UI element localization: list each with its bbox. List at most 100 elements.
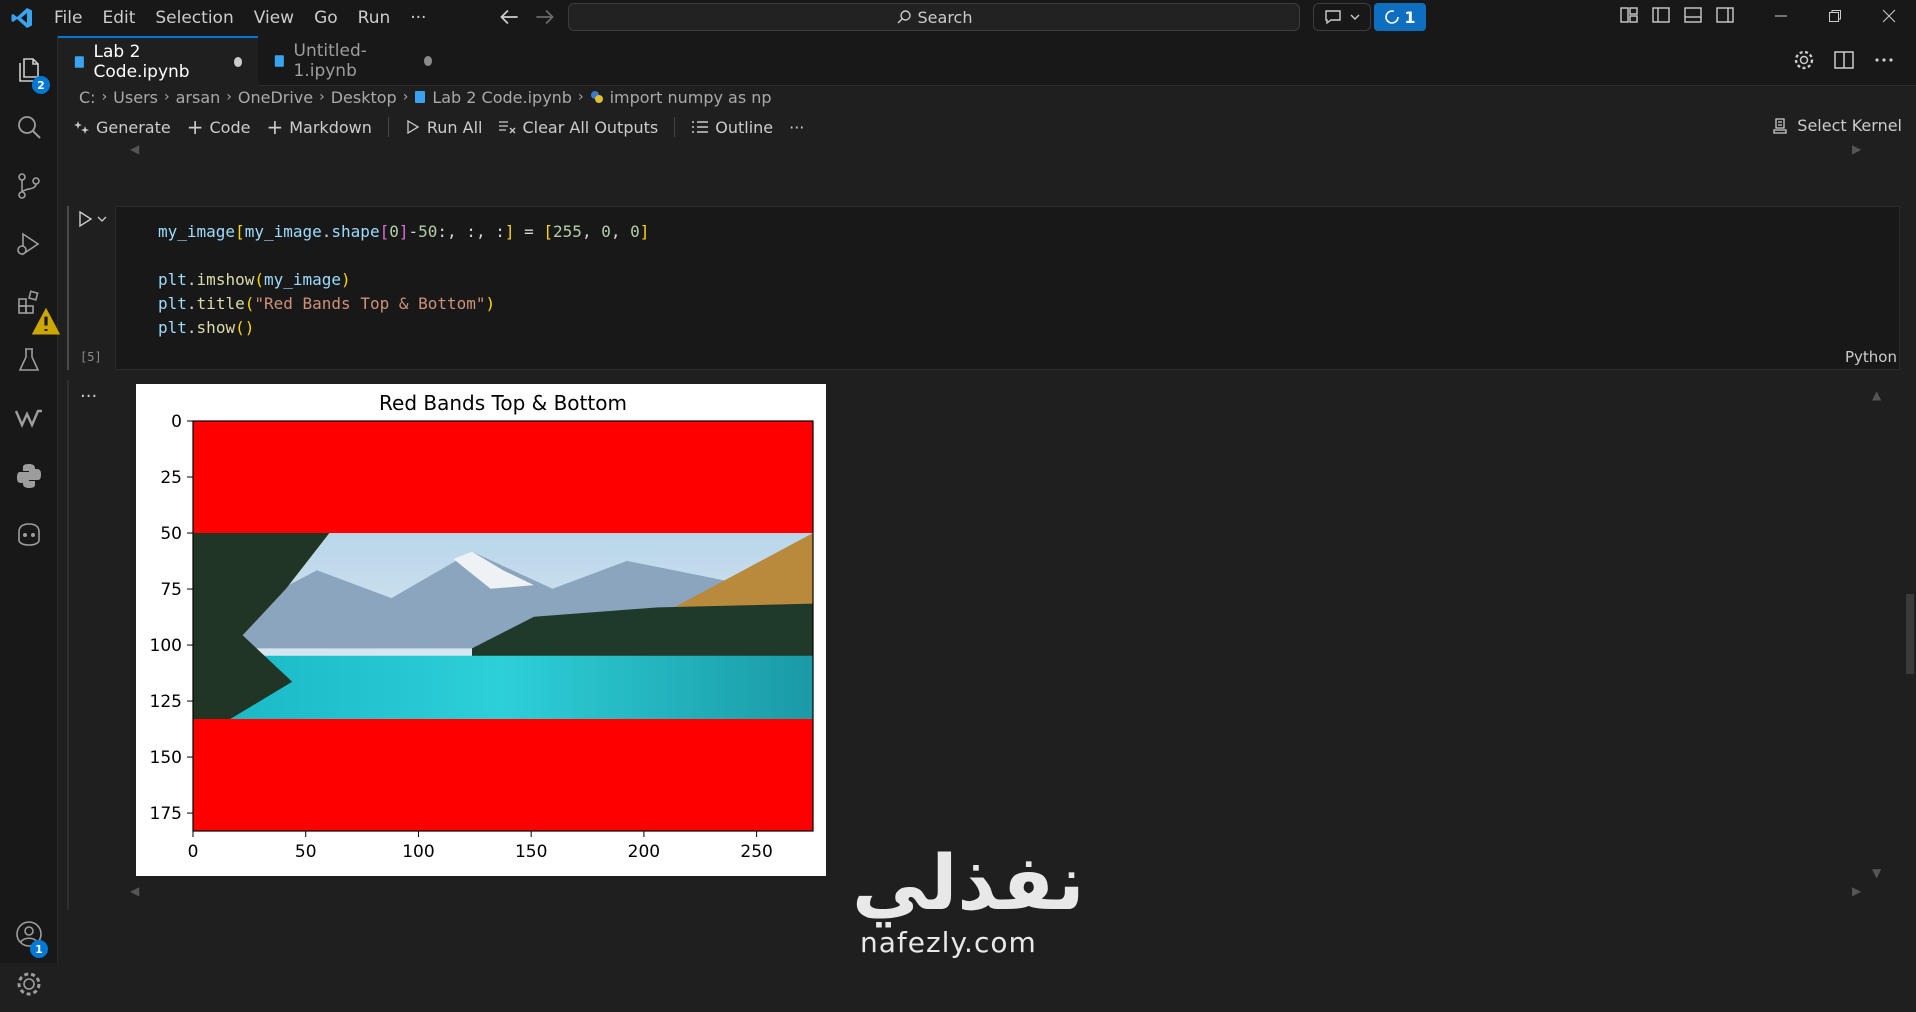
scroll-right-icon[interactable]: ▶ [1852,142,1861,156]
watermark-logo: نفذلي [852,838,1085,927]
outline-button[interactable]: Outline [691,118,773,137]
breadcrumb-user[interactable]: arsan [176,88,221,107]
scroll-left-icon[interactable]: ◀ [130,884,139,898]
restore-button[interactable] [1808,0,1862,32]
tab-untitled-1[interactable]: Untitled-1.ipynb [258,36,448,86]
code-editor[interactable]: my_image[my_image.shape[0]-50:, :, :] = … [158,220,649,340]
activity-explorer[interactable]: 2 [0,42,58,98]
watermark-url: nafezly.com [860,926,1037,959]
breadcrumb-file[interactable]: Lab 2 Code.ipynb [432,88,572,107]
settings-gear-icon[interactable] [1792,48,1816,72]
clear-all-icon [499,121,516,134]
vscode-logo-icon[interactable] [10,6,34,30]
y-tick-label: 0 [171,412,182,432]
kernel-label: Select Kernel [1797,116,1902,135]
activity-extensions[interactable] [0,274,61,335]
activity-source-control[interactable] [0,158,58,214]
menu-run[interactable]: Run [348,0,401,36]
chevron-down-icon[interactable] [96,213,108,225]
run-all-label: Run All [426,117,483,137]
menu-bar: File Edit Selection View Go Run ··· [44,0,436,36]
run-all-icon [407,119,420,135]
notebook-file-icon [74,56,84,68]
activity-testing[interactable] [0,332,58,388]
breadcrumb-onedrive[interactable]: OneDrive [238,88,313,107]
scroll-up-icon[interactable]: ▲ [1872,388,1881,402]
more-actions-icon[interactable] [1872,48,1896,72]
activity-accounts[interactable]: 1 [0,906,58,962]
scroll-down-icon[interactable]: ▼ [1872,866,1881,880]
vertical-scrollbar[interactable] [1906,594,1914,674]
toggle-secondary-sidebar-icon[interactable] [1714,4,1736,26]
run-cell-button[interactable] [76,210,108,228]
add-markdown-cell-button[interactable]: + Markdown [266,115,371,139]
chevron-right-icon: › [226,89,232,105]
play-icon [79,210,93,228]
activity-copilot[interactable] [0,506,58,562]
minimize-button[interactable] [1754,0,1808,32]
toggle-primary-sidebar-icon[interactable] [1650,4,1672,26]
menu-more[interactable]: ··· [400,0,436,36]
toolbar-divider [674,117,676,137]
breadcrumb-desktop[interactable]: Desktop [331,88,397,107]
x-tick-label: 0 [188,842,199,862]
tab-lab2-code[interactable]: Lab 2 Code.ipynb [58,36,258,86]
customize-layout-icon[interactable] [1618,4,1640,26]
restore-icon [1829,10,1841,22]
close-window-button[interactable] [1862,0,1916,32]
cell-focus-bar [67,206,69,370]
scroll-left-icon[interactable]: ◀ [130,142,139,156]
more-toolbar-button[interactable]: ··· [789,118,804,137]
imshow-chart: Red Bands Top & Bottom 0 50 100 150 200 250 0 25… [150,391,814,862]
activity-search[interactable] [0,100,58,156]
menu-view[interactable]: View [244,0,304,36]
activity-wallaby[interactable] [0,390,58,446]
unsaved-dot-icon[interactable] [233,57,242,67]
menu-go[interactable]: Go [304,0,348,36]
clear-all-outputs-button[interactable]: Clear All Outputs [498,118,658,137]
kernel-icon [1773,117,1787,134]
explorer-badge: 2 [32,76,50,94]
output-menu-button[interactable]: ··· [80,386,97,407]
y-tick-label: 100 [150,636,182,656]
back-arrow-icon[interactable] [496,4,522,30]
x-tick-label: 100 [402,842,434,862]
copilot-count: 1 [1404,7,1416,27]
activity-run-debug[interactable] [0,216,58,272]
breadcrumb-drive[interactable]: C: [79,88,96,107]
chat-sparkle-icon [1325,10,1341,25]
activity-python[interactable] [0,448,58,504]
y-tick-label: 75 [160,580,182,600]
toolbar-divider [387,117,389,137]
more-label: ··· [789,117,805,137]
run-all-button[interactable]: Run All [405,117,483,137]
activity-manage[interactable] [0,956,58,1012]
image-area [193,421,813,831]
menu-selection[interactable]: Selection [145,0,243,36]
x-tick-label: 50 [295,842,317,862]
cell-language[interactable]: Python [1845,348,1897,366]
output-plot: Red Bands Top & Bottom 0 50 100 150 200 250 0 25… [136,384,826,876]
chevron-right-icon: › [101,89,108,105]
copilot-status-badge[interactable]: 1 [1374,3,1426,31]
toggle-panel-icon[interactable] [1682,4,1704,26]
menu-file[interactable]: File [44,0,92,36]
command-search-box[interactable]: Search [568,3,1300,31]
breadcrumb-symbol[interactable]: import numpy as np [610,88,772,107]
add-code-cell-button[interactable]: + Code [187,115,251,139]
generate-button[interactable]: Generate [74,118,171,137]
split-editor-icon[interactable] [1832,48,1856,72]
photo-lake [193,655,813,719]
python-icon [17,464,41,488]
x-tick-label: 250 [740,842,772,862]
sync-circle-icon [1385,10,1400,24]
forward-arrow-icon[interactable] [532,4,558,30]
unsaved-dot-icon[interactable] [423,56,433,66]
select-kernel-button[interactable]: Select Kernel [1771,116,1902,135]
menu-edit[interactable]: Edit [92,0,145,36]
chat-button[interactable] [1313,3,1371,31]
breadcrumb-users[interactable]: Users [113,88,158,107]
breadcrumb: C: › Users › arsan › OneDrive › Desktop › Lab… [79,86,772,108]
scroll-right-icon[interactable]: ▶ [1852,884,1861,898]
